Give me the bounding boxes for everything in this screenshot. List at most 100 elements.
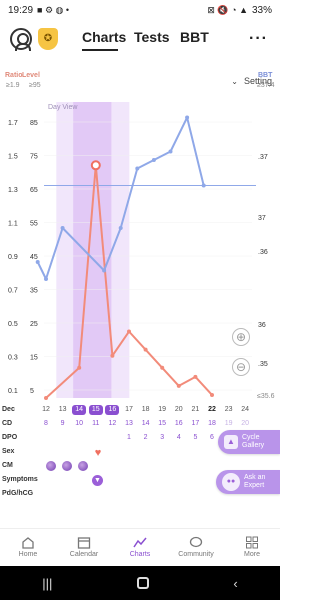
ratio-axis-title: Ratio	[5, 72, 23, 79]
bbt-tick-label: 37	[258, 215, 266, 222]
date-cell[interactable]: 14	[72, 405, 87, 415]
cervical-mucus-icon[interactable]	[78, 461, 88, 471]
date-cell[interactable]: 20	[172, 406, 186, 413]
date-cell[interactable]: 23	[222, 406, 236, 413]
back-icon[interactable]: ‹	[233, 576, 237, 591]
cycle-day-cell: 9	[60, 420, 65, 427]
premium-badge-icon[interactable]: ✪	[38, 28, 58, 50]
bbt-point	[102, 268, 107, 273]
cycle-day-cell: 20	[241, 420, 250, 427]
symptom-icon[interactable]: ▼	[92, 475, 103, 486]
bbt-point	[35, 260, 40, 264]
community-icon	[189, 536, 203, 547]
lh-level-point	[160, 365, 165, 370]
bbt-point	[151, 158, 156, 162]
ratio-tick-label: 0.5	[8, 321, 18, 328]
bbt-tick-label: 36	[258, 322, 266, 329]
dpo-cell: 6	[210, 434, 214, 441]
zoom-in-button[interactable]: ⊕	[232, 328, 250, 346]
cycle-day-cell: 11	[92, 420, 100, 427]
level-tick-label: 15	[30, 355, 38, 362]
nav-calendar[interactable]: Calendar	[56, 529, 112, 564]
cycle-gallery-label: Cycle Gallery	[242, 434, 265, 449]
cycle-day-cell: 18	[208, 420, 216, 427]
bbt-tick-label: .37	[258, 154, 268, 161]
nav-home[interactable]: Home	[0, 529, 56, 564]
cycle-chart[interactable]: 1.7 85 1.5 75 1.3 65 1.1 55 0.9 45 0.7 35 0.5 25 0.3 15…	[0, 62, 280, 404]
nav-charts[interactable]: Charts	[112, 529, 168, 564]
cervical-mucus-icon[interactable]	[46, 461, 56, 471]
symptoms-label: Symptoms	[2, 476, 38, 483]
pdg-hcg-label: PdG/hCG	[2, 490, 34, 497]
cycle-day-cell: 15	[158, 420, 167, 427]
home-button-icon[interactable]	[136, 577, 149, 589]
setting-button[interactable]: ⌄ Setting	[231, 76, 272, 86]
tab-tests[interactable]: Tests	[134, 29, 170, 45]
cycle-day-cell: 19	[224, 420, 233, 427]
lh-level-point	[44, 396, 48, 400]
cycle-day-cell: 13	[125, 420, 133, 427]
ratio-max-label: ≥1.9	[6, 82, 20, 89]
bbt-tick-label: .35	[258, 361, 268, 368]
lh-level-point	[176, 383, 181, 388]
notification-icons: ■ ⚙ ◍ •	[37, 4, 70, 15]
date-cell[interactable]: 19	[155, 406, 169, 413]
dpo-cell: 1	[127, 434, 131, 441]
level-tick-label: 75	[30, 154, 38, 161]
date-cell[interactable]: 22	[205, 406, 219, 413]
signal-icons: ⊠ 🔇 ◔ ▲	[207, 4, 248, 15]
chart-canvas[interactable]: 1.7 85 1.5 75 1.3 65 1.1 55 0.9 45 0.7 35 0.5 25 0.3 15…	[0, 62, 280, 404]
ratio-tick-label: 1.5	[8, 154, 18, 161]
level-tick-label: 45	[30, 254, 38, 261]
date-cell[interactable]: 24	[238, 406, 252, 413]
cervical-mucus-icon[interactable]	[62, 461, 72, 471]
tab-charts[interactable]: Charts	[82, 29, 126, 45]
ask-expert-button[interactable]: ●● Ask an Expert	[216, 470, 280, 494]
bbt-point	[135, 166, 140, 171]
dpo-cell: 3	[160, 434, 165, 441]
lh-level-point	[193, 374, 198, 379]
recent-apps-icon[interactable]: |||	[42, 576, 52, 591]
ask-expert-label: Ask an Expert	[244, 474, 266, 489]
level-tick-label: 25	[30, 321, 38, 328]
date-cell[interactable]: 13	[56, 406, 70, 413]
more-grid-icon	[246, 536, 258, 548]
more-options-icon[interactable]: ···	[249, 30, 268, 48]
zoom-out-button[interactable]: ⊖	[232, 358, 250, 376]
date-cell[interactable]: 16	[105, 405, 120, 415]
cm-label: CM	[2, 462, 13, 469]
nav-community[interactable]: Community	[168, 529, 224, 564]
app-screen: 19:29 ■ ⚙ ◍ • ⊠ 🔇 ◔ ▲ 33% ✪ Charts Tests…	[0, 0, 280, 600]
dpo-label: DPO	[2, 434, 18, 441]
date-cell[interactable]: 12	[39, 406, 53, 413]
setting-label: Setting	[243, 76, 272, 86]
level-tick-label: 65	[30, 187, 38, 194]
peak-marker	[90, 160, 101, 171]
tab-bbt[interactable]: BBT	[180, 29, 209, 45]
level-tick-label: 55	[30, 221, 38, 228]
nav-more[interactable]: More	[224, 529, 280, 564]
nav-calendar-label: Calendar	[69, 550, 99, 558]
calendar-icon	[77, 536, 91, 549]
date-cell[interactable]: 15	[88, 405, 103, 415]
profile-icon[interactable]	[10, 28, 32, 51]
heart-icon[interactable]: ♥	[92, 447, 104, 459]
lh-level-point	[127, 329, 131, 334]
bbt-point	[201, 183, 206, 188]
nav-community-label: Community	[178, 550, 214, 558]
gallery-icon: ▲	[224, 435, 238, 449]
cycle-day-cell: 16	[174, 420, 183, 427]
cycle-day-cell: 8	[44, 420, 48, 427]
cycle-gallery-button[interactable]: ▲ Cycle Gallery	[218, 430, 280, 454]
dpo-cell: 5	[193, 434, 198, 441]
date-cell[interactable]: 17	[122, 406, 136, 413]
day-view-label: Day View	[48, 104, 78, 111]
cycle-day-cell: 14	[141, 420, 150, 427]
date-cell[interactable]: 21	[188, 406, 202, 413]
expert-avatar-icon: ●●	[222, 473, 240, 491]
chevron-down-icon: ⌄	[231, 76, 238, 86]
bbt-point	[44, 277, 48, 281]
ratio-tick-label: 1.1	[8, 221, 18, 228]
top-header: ✪ Charts Tests BBT ···	[0, 22, 280, 58]
date-cell[interactable]: 18	[139, 406, 153, 413]
